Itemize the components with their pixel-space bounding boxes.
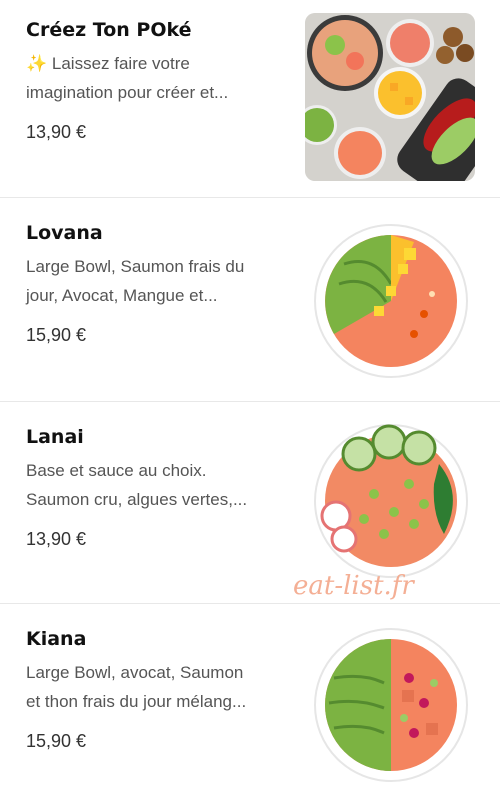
item-description: ✨ Laissez faire votre imagination pour c…	[26, 54, 229, 102]
item-name: Lovana	[26, 222, 103, 244]
item-text: Lanai Base et sauce au choix. Saumon cru…	[26, 424, 286, 550]
item-text: Créez Ton POké ✨ Laissez faire votre ima…	[26, 17, 286, 143]
item-name: Créez Ton POké	[26, 19, 192, 41]
item-name: Lanai	[26, 426, 84, 448]
item-price: 15,90 €	[26, 325, 87, 345]
list-item[interactable]: Lanai Base et sauce au choix. Saumon cru…	[0, 402, 500, 604]
item-description: Large Bowl, Saumon frais du jour, Avocat…	[26, 257, 245, 305]
list-item[interactable]: Lovana Large Bowl, Saumon frais du jour,…	[0, 198, 500, 402]
item-text: Kiana Large Bowl, avocat, Saumon et thon…	[26, 626, 286, 752]
item-photo[interactable]	[314, 224, 468, 378]
item-photo[interactable]	[314, 628, 468, 782]
item-price: 13,90 €	[26, 122, 87, 142]
item-photo[interactable]	[314, 424, 468, 578]
item-price: 13,90 €	[26, 529, 87, 549]
item-description: Large Bowl, avocat, Saumon et thon frais…	[26, 663, 247, 711]
item-text: Lovana Large Bowl, Saumon frais du jour,…	[26, 220, 286, 346]
item-price: 15,90 €	[26, 731, 87, 751]
item-name: Kiana	[26, 628, 87, 650]
list-item[interactable]: Créez Ton POké ✨ Laissez faire votre ima…	[0, 0, 500, 198]
item-description: Base et sauce au choix. Saumon cru, algu…	[26, 461, 248, 509]
item-photo[interactable]	[305, 13, 475, 181]
list-item[interactable]: Kiana Large Bowl, avocat, Saumon et thon…	[0, 604, 500, 795]
